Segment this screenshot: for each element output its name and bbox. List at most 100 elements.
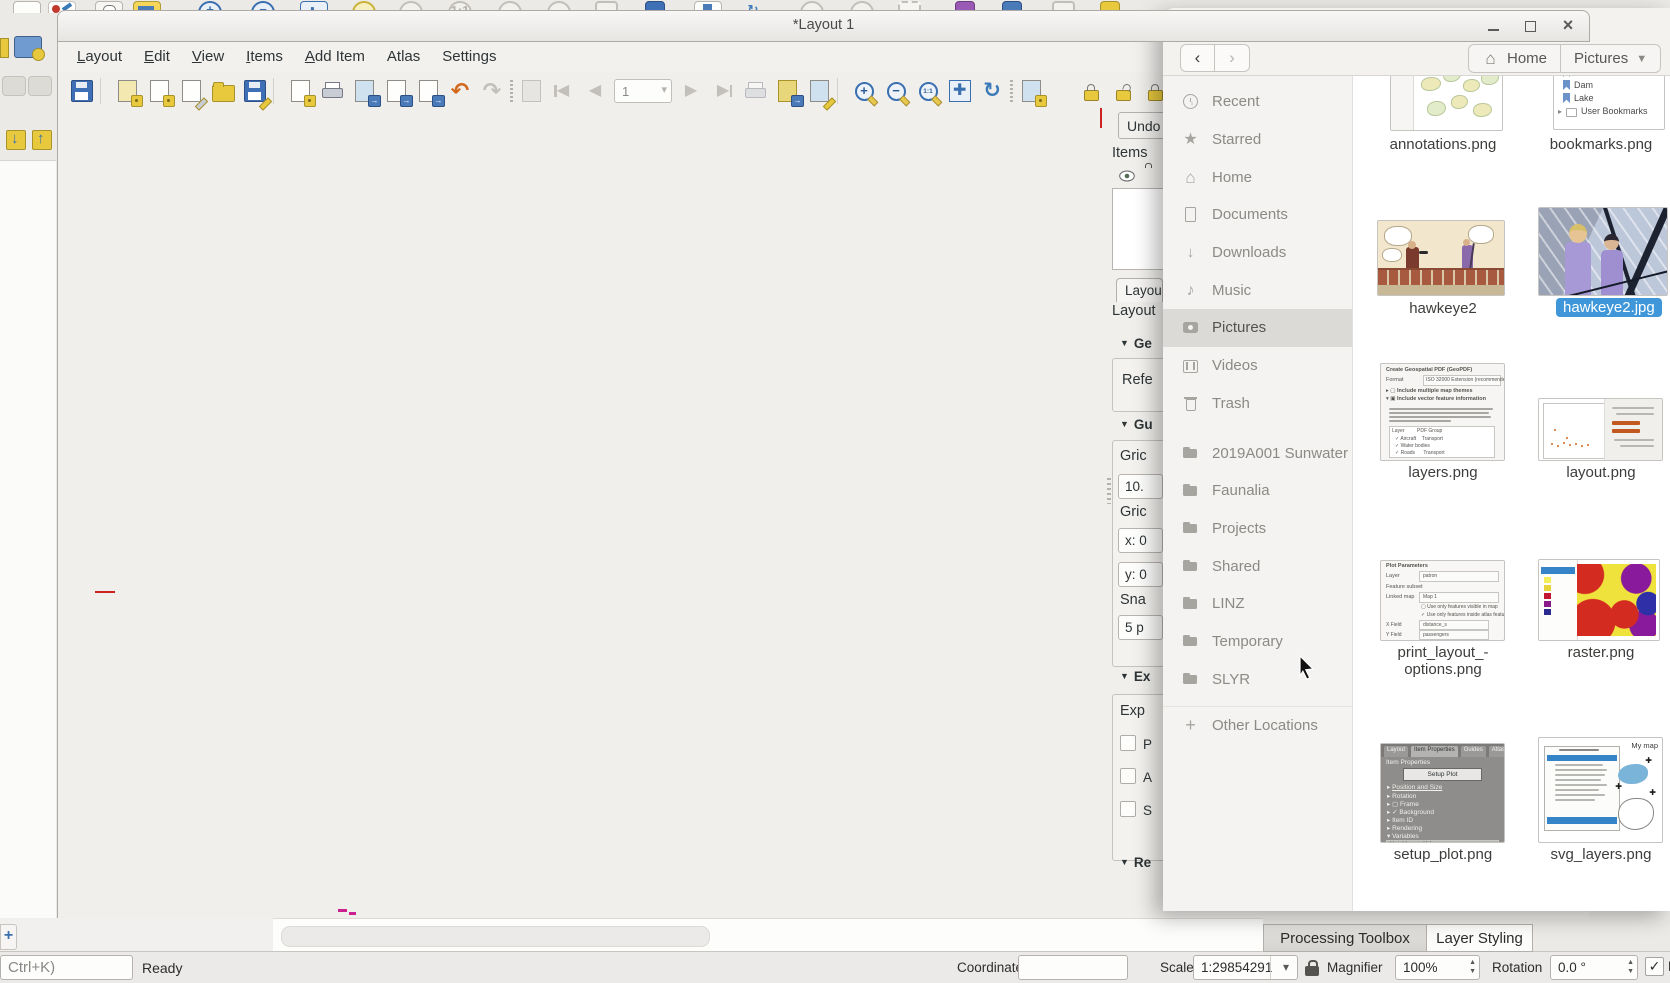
file-thumbnail-setup-plot[interactable]: Layout Item Properties Guides Atlas Item…	[1380, 743, 1505, 843]
file-label[interactable]: layout.png	[1521, 464, 1670, 481]
add-items-from-template-button[interactable]	[287, 78, 313, 104]
menu-add-item[interactable]: Add Item	[294, 44, 376, 69]
zoom-out-button[interactable]: −	[883, 78, 909, 104]
atlas-page-spinbox[interactable]: 1	[614, 79, 672, 103]
items-listbox[interactable]	[1112, 188, 1165, 270]
export-checkbox-row[interactable]: S	[1120, 801, 1152, 822]
scrollbar-handle[interactable]	[281, 926, 710, 947]
layout-window-titlebar[interactable]: *Layout 1 ×	[57, 10, 1590, 42]
file-thumbnail-layout[interactable]	[1538, 398, 1663, 461]
export-atlas-button[interactable]	[774, 78, 800, 104]
file-thumbnail-annotations[interactable]	[1390, 76, 1503, 131]
undo-button[interactable]: ↶	[447, 78, 473, 104]
file-thumbnail-hawkeye2-jpg[interactable]	[1538, 207, 1668, 296]
menu-edit[interactable]: Edit	[133, 44, 181, 69]
atlas-last-button[interactable]: ▶	[710, 78, 736, 104]
atlas-prev-button[interactable]: ◀	[582, 78, 608, 104]
move-up-icon[interactable]	[32, 130, 52, 150]
coordinate-input[interactable]	[1018, 955, 1128, 980]
add-button-fragment[interactable]: +	[0, 924, 17, 950]
sidebar-item-starred[interactable]: Starred	[1163, 121, 1352, 159]
toolbar-fragment-icon[interactable]	[0, 38, 9, 58]
export-image-button[interactable]	[351, 78, 377, 104]
sidebar-item-projects[interactable]: Projects	[1163, 510, 1352, 548]
atlas-next-button[interactable]: ▶	[678, 78, 704, 104]
menu-items[interactable]: Items	[235, 44, 294, 69]
menu-view[interactable]: View	[181, 44, 235, 69]
grid-offset-y-field[interactable]: y: 0	[1118, 562, 1163, 587]
sidebar-item-recent[interactable]: Recent	[1163, 83, 1352, 121]
redo-button[interactable]: ↷	[479, 78, 505, 104]
render-checkbox[interactable]: ✓	[1645, 957, 1664, 976]
file-label[interactable]: raster.png	[1521, 644, 1670, 661]
sidebar-item-2019a001-sunwater[interactable]: 2019A001 Sunwater	[1163, 434, 1352, 472]
export-checkbox-row[interactable]: P	[1120, 735, 1152, 756]
file-label[interactable]: annotations.png	[1363, 136, 1523, 153]
file-label[interactable]: print_layout_-options.png	[1363, 644, 1523, 678]
section-guides[interactable]: ▼Gu	[1120, 417, 1153, 432]
sidebar-item-home[interactable]: Home	[1163, 158, 1352, 196]
sidebar-item-shared[interactable]: Shared	[1163, 547, 1352, 585]
section-export-settings[interactable]: ▼Ex	[1120, 669, 1150, 684]
tab-layout[interactable]: Layou	[1116, 278, 1163, 302]
sidebar-item-temporary[interactable]: Temporary	[1163, 623, 1352, 661]
raise-items-button[interactable]	[1018, 78, 1044, 104]
sidebar-item-linz[interactable]: LINZ	[1163, 585, 1352, 623]
atlas-settings-button[interactable]	[806, 78, 832, 104]
sidebar-item-other-locations[interactable]: Other Locations	[1163, 706, 1352, 744]
zoom-actual-button[interactable]: 1:1	[915, 78, 941, 104]
zoom-full-button[interactable]	[947, 78, 973, 104]
style-manager-icon[interactable]	[13, 1, 41, 13]
save-as-template-button[interactable]	[242, 78, 268, 104]
menu-layout[interactable]: Layout	[66, 44, 133, 69]
rotation-spinbox[interactable]: 0.0 °▲▼	[1550, 955, 1638, 980]
file-label[interactable]: setup_plot.png	[1363, 846, 1523, 863]
unlock-items-button[interactable]	[1110, 78, 1136, 104]
refresh-view-button[interactable]: ↻	[979, 78, 1005, 104]
sidebar-item-pictures[interactable]: Pictures	[1163, 309, 1352, 347]
file-grid[interactable]: annotations.png Bookmark 2 Dam Lake ▸Use…	[1353, 76, 1670, 911]
magnifier-spinbox[interactable]: 100%▲▼	[1395, 955, 1480, 980]
open-folder-button[interactable]	[210, 78, 236, 104]
print-atlas-button[interactable]	[742, 78, 768, 104]
sidebar-item-trash[interactable]: Trash	[1163, 385, 1352, 423]
maximize-icon[interactable]	[1524, 19, 1538, 33]
file-label-selected[interactable]: hawkeye2.jpg	[1556, 298, 1662, 317]
menu-atlas[interactable]: Atlas	[376, 44, 431, 69]
sidebar-item-slyr[interactable]: SLYR	[1163, 660, 1352, 698]
path-home-button[interactable]: Home	[1468, 44, 1561, 73]
forward-button[interactable]: ›	[1215, 44, 1250, 72]
scale-lock-icon[interactable]	[1305, 966, 1319, 976]
lock-items-button[interactable]	[1078, 78, 1104, 104]
file-thumbnail-bookmarks[interactable]: Bookmark 2 Dam Lake ▸User Bookmarks	[1553, 76, 1665, 130]
back-button[interactable]: ‹	[1180, 44, 1215, 72]
section-general-settings[interactable]: ▼Ge	[1120, 336, 1152, 351]
panel-splitter[interactable]	[1107, 478, 1111, 504]
duplicate-layout-button[interactable]	[146, 78, 172, 104]
file-label[interactable]: layers.png	[1363, 464, 1523, 481]
file-label[interactable]: svg_layers.png	[1521, 846, 1670, 863]
grid-offset-x-field[interactable]: x: 0	[1118, 528, 1163, 553]
move-down-icon[interactable]	[6, 130, 26, 150]
atlas-preview-button[interactable]	[518, 78, 544, 104]
export-pdf-button[interactable]: A	[415, 78, 441, 104]
sidebar-item-documents[interactable]: Documents	[1163, 196, 1352, 234]
horizontal-scrollbar[interactable]	[273, 918, 1263, 952]
zoom-in-button[interactable]: +	[851, 78, 877, 104]
processing-toolbox-button[interactable]: Processing Toolbox	[1263, 924, 1427, 952]
file-thumbnail-svg-layers[interactable]: My map ✚ ✚ ✚	[1538, 737, 1663, 843]
new-layout-button[interactable]	[114, 78, 140, 104]
file-thumbnail-layers[interactable]: Create Geospatial PDF (GeoPDF) Format IS…	[1380, 363, 1505, 461]
file-label[interactable]: bookmarks.png	[1521, 136, 1670, 153]
print-button[interactable]	[319, 78, 345, 104]
export-checkbox-row[interactable]: A	[1120, 768, 1152, 789]
path-pictures-button[interactable]: Pictures▼	[1561, 44, 1661, 73]
layout-manager-button[interactable]	[178, 78, 204, 104]
scale-combo[interactable]: 1:29854291	[1193, 955, 1298, 980]
file-thumbnail-print-layout-options[interactable]: Plot Parameters Layer patron Feature sub…	[1380, 560, 1505, 641]
section-resize-layout[interactable]: ▼Re	[1120, 855, 1151, 870]
grid-spacing-spinbox[interactable]: 10.	[1118, 474, 1163, 499]
snap-tolerance-spinbox[interactable]: 5 p	[1118, 615, 1163, 640]
file-thumbnail-raster[interactable]	[1538, 559, 1660, 641]
layer-styling-button[interactable]: Layer Styling	[1427, 924, 1533, 952]
